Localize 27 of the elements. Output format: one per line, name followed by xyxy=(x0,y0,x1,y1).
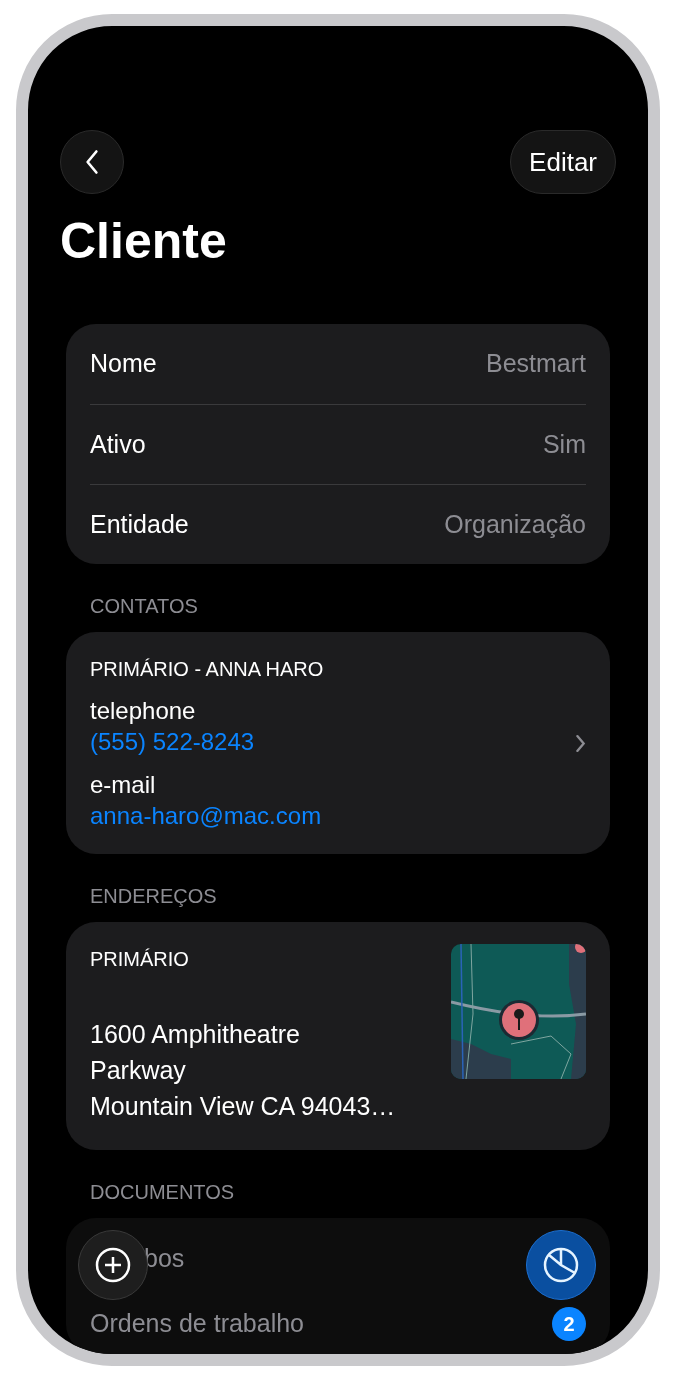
page-title: Cliente xyxy=(60,216,228,266)
field-label: Nome xyxy=(90,348,157,380)
section-header: ENDEREÇOS xyxy=(89,886,218,906)
field-label: Ativo xyxy=(90,428,146,460)
edit-button[interactable]: Editar xyxy=(510,130,616,194)
chevron-right-icon xyxy=(575,733,586,753)
plus-icon xyxy=(95,1247,131,1283)
field-label: Entidade xyxy=(90,508,189,540)
back-chevron-icon xyxy=(85,149,99,175)
contact-card[interactable]: PRIMÁRIO - ANNA HARO telephone (555) 522-8243 e-mail anna-haro@mac.com xyxy=(66,632,610,854)
section-header: DOCUMENTOS xyxy=(89,1182,236,1202)
contact-link[interactable]: anna-haro@mac.com xyxy=(90,800,324,832)
document-row[interactable]: bos xyxy=(144,1240,185,1278)
address-title: PRIMÁRIO xyxy=(90,947,190,972)
address-card[interactable]: PRIMÁRIO 1600 Amphitheatre Parkway Mountain View CA 94043… xyxy=(66,922,610,1150)
contact-label: e-mail xyxy=(90,770,157,800)
pie-chart-icon xyxy=(543,1247,579,1283)
address-text: 1600 Amphitheatre Parkway Mountain View CA 94043… xyxy=(90,1019,396,1122)
contact-title: PRIMÁRIO - ANNA HARO xyxy=(90,657,324,682)
document-row[interactable]: Ordens de trabalho xyxy=(90,1305,305,1343)
count-badge: 2 xyxy=(552,1307,586,1341)
contact-link[interactable]: (555) 522-8243 xyxy=(90,726,324,758)
field-value: Organização xyxy=(444,508,586,540)
section-header: CONTATOS xyxy=(89,596,199,616)
field-value: Sim xyxy=(542,428,586,460)
contact-label: telephone xyxy=(90,696,197,726)
field-value: Bestmart xyxy=(485,348,586,380)
